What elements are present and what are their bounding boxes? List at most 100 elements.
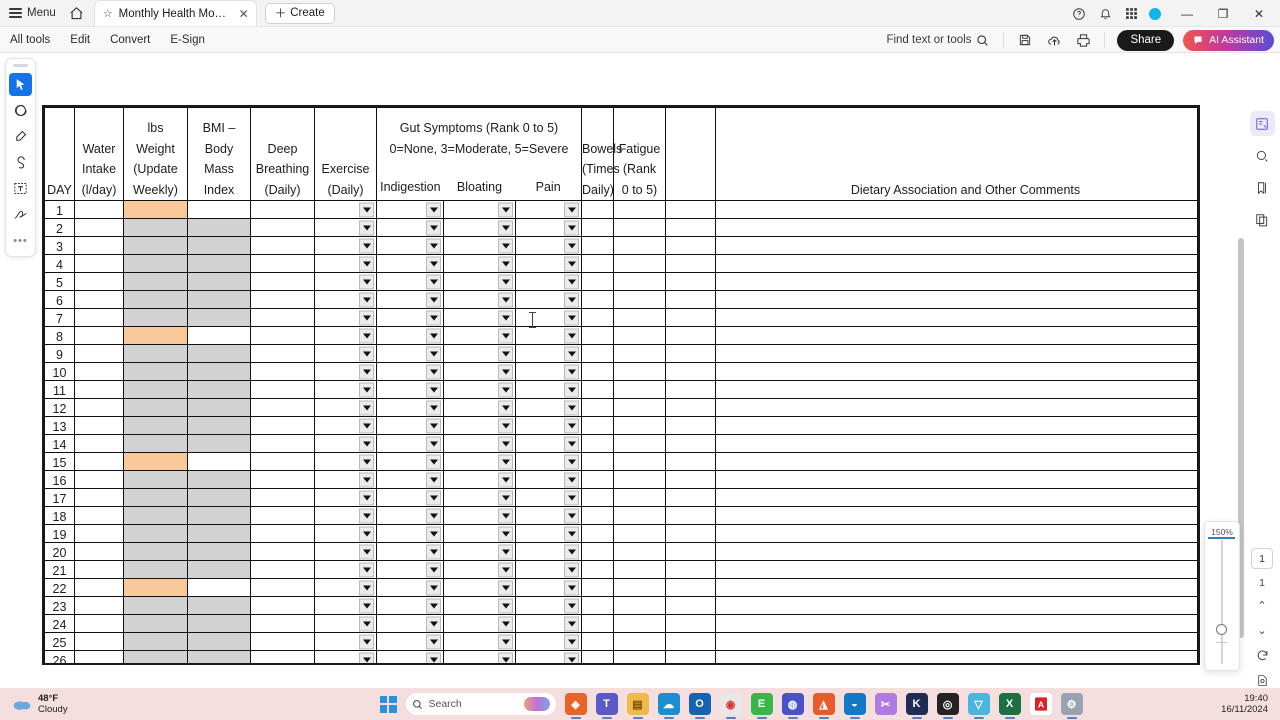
close-window-button[interactable]: ✕ — [1242, 0, 1276, 27]
cell-deep-breathing[interactable] — [250, 578, 315, 597]
cell-water-intake[interactable] — [74, 344, 124, 363]
cell-comments[interactable] — [715, 362, 1198, 381]
cell-pain[interactable] — [515, 596, 582, 615]
cell-deep-breathing[interactable] — [250, 200, 315, 219]
page-thumbnails-panel-icon[interactable] — [1250, 207, 1275, 232]
cell-pain[interactable] — [515, 524, 582, 543]
cell-deep-breathing[interactable] — [250, 344, 315, 363]
cell-bloating[interactable] — [443, 614, 516, 633]
cell-deep-breathing[interactable] — [250, 560, 315, 579]
cell-water-intake[interactable] — [74, 380, 124, 399]
cell-exercise[interactable] — [314, 578, 377, 597]
menu-item-convert[interactable]: Convert — [100, 34, 160, 46]
cell-bowels[interactable] — [581, 254, 614, 273]
cell-exercise[interactable] — [314, 290, 377, 309]
cell-water-intake[interactable] — [74, 290, 124, 309]
cell-pain[interactable] — [515, 560, 582, 579]
apps-grid-icon[interactable] — [1119, 2, 1143, 26]
cell-comments[interactable] — [715, 578, 1198, 597]
cell-exercise[interactable] — [314, 488, 377, 507]
cell-bowels[interactable] — [581, 596, 614, 615]
cell-bloating[interactable] — [443, 650, 516, 663]
cell-comments[interactable] — [715, 272, 1198, 291]
cell-exercise[interactable] — [314, 362, 377, 381]
cell-indigestion[interactable] — [376, 650, 444, 663]
app-evernote[interactable]: E — [750, 693, 773, 715]
cell-pain[interactable] — [515, 380, 582, 399]
cell-exercise[interactable] — [314, 326, 377, 345]
cell-bloating[interactable] — [443, 398, 516, 417]
cell-exercise[interactable] — [314, 200, 377, 219]
cell-water-intake[interactable] — [74, 542, 124, 561]
cell-comments[interactable] — [715, 326, 1198, 345]
cell-pain[interactable] — [515, 272, 582, 291]
cell-comments[interactable] — [715, 434, 1198, 453]
star-icon[interactable]: ☆ — [103, 7, 113, 20]
menu-item-esign[interactable]: E-Sign — [160, 34, 215, 46]
cell-bloating[interactable] — [443, 578, 516, 597]
comment-tool[interactable] — [9, 99, 32, 122]
cell-pain[interactable] — [515, 308, 582, 327]
cell-fatigue[interactable] — [613, 650, 666, 663]
cell-bloating[interactable] — [443, 344, 516, 363]
bookmarks-panel-icon[interactable] — [1250, 175, 1275, 200]
cell-comments[interactable] — [715, 488, 1198, 507]
cell-indigestion[interactable] — [376, 632, 444, 651]
app-file-explorer[interactable]: ▤ — [626, 693, 649, 715]
cell-water-intake[interactable] — [74, 416, 124, 435]
app-teams[interactable]: T — [595, 693, 618, 715]
cell-bowels[interactable] — [581, 200, 614, 219]
taskbar-search[interactable]: Search — [405, 693, 556, 715]
cell-exercise[interactable] — [314, 524, 377, 543]
weather-widget[interactable]: 48°F Cloudy — [0, 693, 300, 715]
cell-exercise[interactable] — [314, 470, 377, 489]
toolbar-drag-handle[interactable] — [13, 64, 28, 67]
app-obs[interactable]: ◎ — [936, 693, 959, 715]
cell-indigestion[interactable] — [376, 362, 444, 381]
cell-weight[interactable] — [123, 452, 188, 471]
cell-deep-breathing[interactable] — [250, 290, 315, 309]
cell-fatigue[interactable] — [613, 254, 666, 273]
cell-pain[interactable] — [515, 200, 582, 219]
cell-weight[interactable] — [123, 200, 188, 219]
cell-exercise[interactable] — [314, 506, 377, 525]
cell-bowels[interactable] — [581, 470, 614, 489]
help-icon[interactable] — [1067, 2, 1091, 26]
cell-water-intake[interactable] — [74, 200, 124, 219]
cell-bloating[interactable] — [443, 254, 516, 273]
next-page-icon[interactable]: ⌄ — [1251, 622, 1273, 639]
cell-exercise[interactable] — [314, 398, 377, 417]
cell-pain[interactable] — [515, 290, 582, 309]
cell-pain[interactable] — [515, 470, 582, 489]
create-button[interactable]: ＋ Create — [264, 2, 335, 24]
cell-exercise[interactable] — [314, 614, 377, 633]
cell-indigestion[interactable] — [376, 434, 444, 453]
cell-bloating[interactable] — [443, 506, 516, 525]
app-excel[interactable]: X — [998, 693, 1021, 715]
cell-water-intake[interactable] — [74, 308, 124, 327]
cell-fatigue[interactable] — [613, 326, 666, 345]
cell-deep-breathing[interactable] — [250, 308, 315, 327]
cell-indigestion[interactable] — [376, 560, 444, 579]
cell-water-intake[interactable] — [74, 632, 124, 651]
cell-deep-breathing[interactable] — [250, 362, 315, 381]
cell-deep-breathing[interactable] — [250, 506, 315, 525]
cell-bowels[interactable] — [581, 524, 614, 543]
cell-pain[interactable] — [515, 434, 582, 453]
cell-deep-breathing[interactable] — [250, 524, 315, 543]
cell-fatigue[interactable] — [613, 560, 666, 579]
cell-indigestion[interactable] — [376, 254, 444, 273]
cell-exercise[interactable] — [314, 272, 377, 291]
cell-indigestion[interactable] — [376, 200, 444, 219]
notifications-bell-icon[interactable] — [1093, 2, 1117, 26]
cell-exercise[interactable] — [314, 344, 377, 363]
cell-pain[interactable] — [515, 488, 582, 507]
menu-item-all-tools[interactable]: All tools — [0, 34, 60, 46]
cell-water-intake[interactable] — [74, 254, 124, 273]
cell-water-intake[interactable] — [74, 560, 124, 579]
cell-comments[interactable] — [715, 614, 1198, 633]
cell-deep-breathing[interactable] — [250, 254, 315, 273]
cell-bowels[interactable] — [581, 398, 614, 417]
cell-fatigue[interactable] — [613, 416, 666, 435]
cell-indigestion[interactable] — [376, 542, 444, 561]
